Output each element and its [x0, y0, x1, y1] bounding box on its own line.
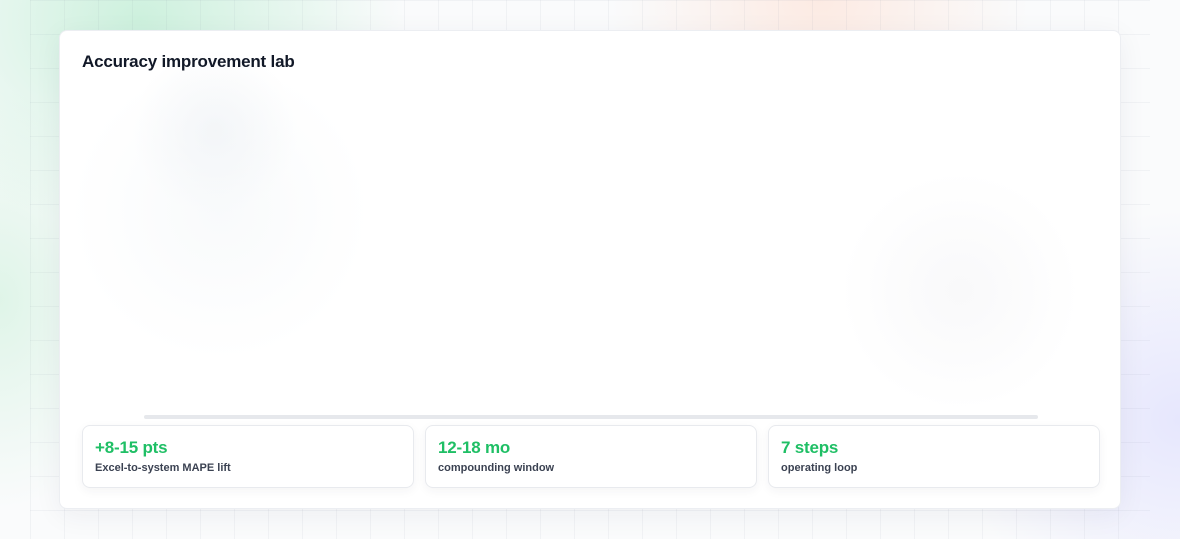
stat-label: compounding window: [438, 462, 555, 474]
stat-card-mape-lift: +8-15 pts Excel-to-system MAPE lift: [82, 425, 414, 488]
stat-value: +8-15 pts: [95, 438, 168, 457]
stat-card-operating-loop: 7 steps operating loop: [768, 425, 1100, 488]
panel-title: Accuracy improvement lab: [82, 52, 295, 71]
stat-label: Excel-to-system MAPE lift: [95, 462, 231, 474]
stat-value: 12-18 mo: [438, 438, 511, 457]
stat-card-compounding-window: 12-18 mo compounding window: [425, 425, 757, 488]
stat-value: 7 steps: [781, 438, 839, 457]
panel-divider: [144, 415, 1038, 419]
stat-label: operating loop: [781, 462, 858, 474]
accuracy-lab-panel: Accuracy improvement lab +8-15 pts Excel…: [59, 30, 1121, 509]
stats-row: +8-15 pts Excel-to-system MAPE lift 12-1…: [82, 425, 1100, 488]
